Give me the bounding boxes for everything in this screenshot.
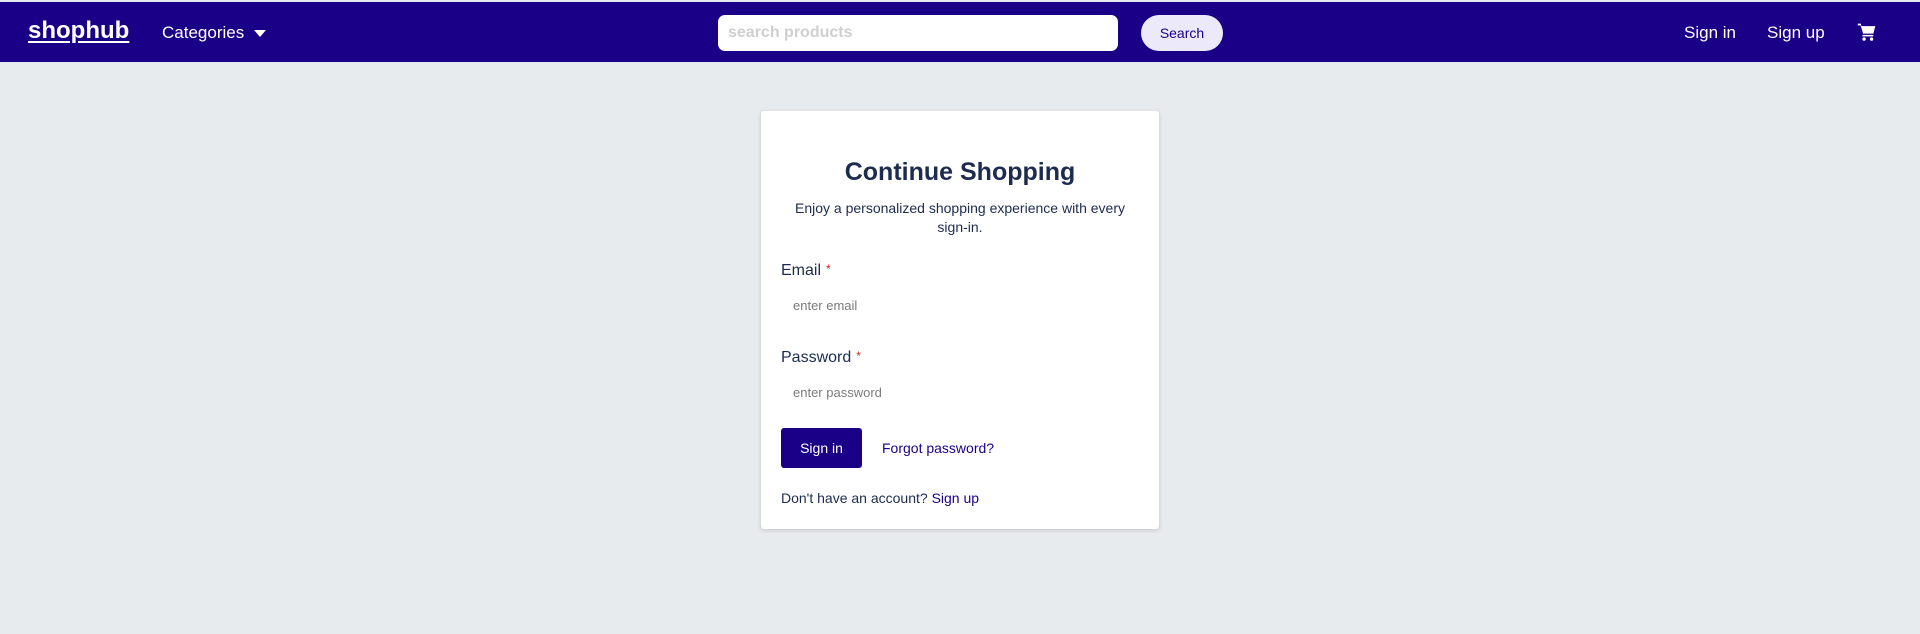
email-label-text: Email (781, 262, 822, 279)
top-navbar: shophub Categories Search Sign in Sign u… (0, 0, 1920, 62)
search-button[interactable]: Search (1141, 15, 1223, 51)
categories-label: Categories (162, 23, 245, 42)
search-input[interactable] (718, 15, 1118, 51)
caret-down-icon (254, 29, 267, 37)
password-field[interactable] (781, 375, 1139, 409)
shopping-cart-icon[interactable] (1857, 22, 1877, 42)
signin-card: Continue Shopping Enjoy a personalized s… (761, 111, 1159, 529)
nav-signup-link[interactable]: Sign up (1767, 23, 1825, 43)
shophub-logo[interactable]: shophub (28, 17, 129, 45)
password-label: Password * (781, 349, 861, 367)
email-field[interactable] (781, 288, 1139, 322)
password-label-text: Password (781, 349, 852, 366)
nav-signin-link[interactable]: Sign in (1684, 23, 1736, 43)
forgot-password-link[interactable]: Forgot password? (882, 440, 994, 456)
email-label: Email * (781, 262, 831, 280)
required-marker: * (856, 349, 861, 363)
signin-button[interactable]: Sign in (781, 428, 862, 468)
no-account-text: Don't have an account? (781, 490, 928, 506)
required-marker: * (826, 262, 831, 276)
card-signup-link[interactable]: Sign up (932, 490, 979, 506)
categories-dropdown[interactable]: Categories (162, 23, 267, 43)
card-title: Continue Shopping (844, 158, 1076, 186)
card-subtitle: Enjoy a personalized shopping experience… (795, 200, 1125, 235)
signup-prompt: Don't have an account? Sign up (781, 490, 979, 506)
